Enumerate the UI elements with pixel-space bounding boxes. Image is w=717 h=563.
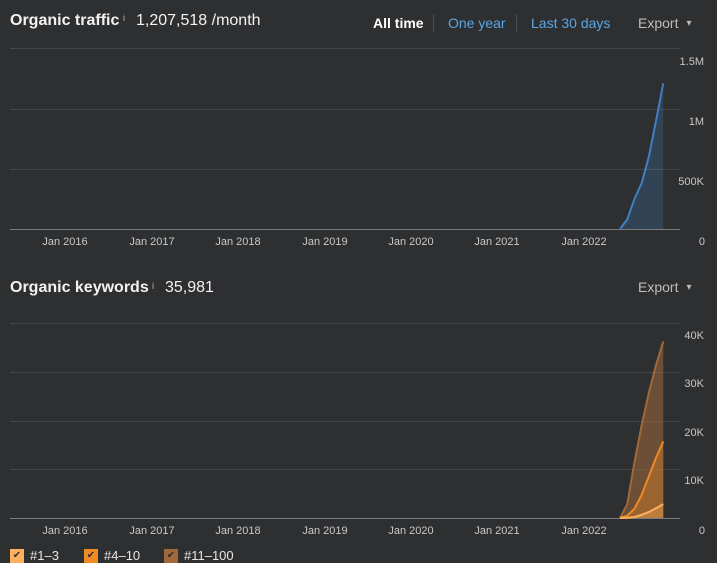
keywords-plot — [619, 341, 665, 519]
checkbox-icon: ✔ — [164, 548, 178, 563]
checkbox-icon: ✔ — [10, 548, 24, 563]
checkbox-icon: ✔ — [84, 548, 98, 563]
